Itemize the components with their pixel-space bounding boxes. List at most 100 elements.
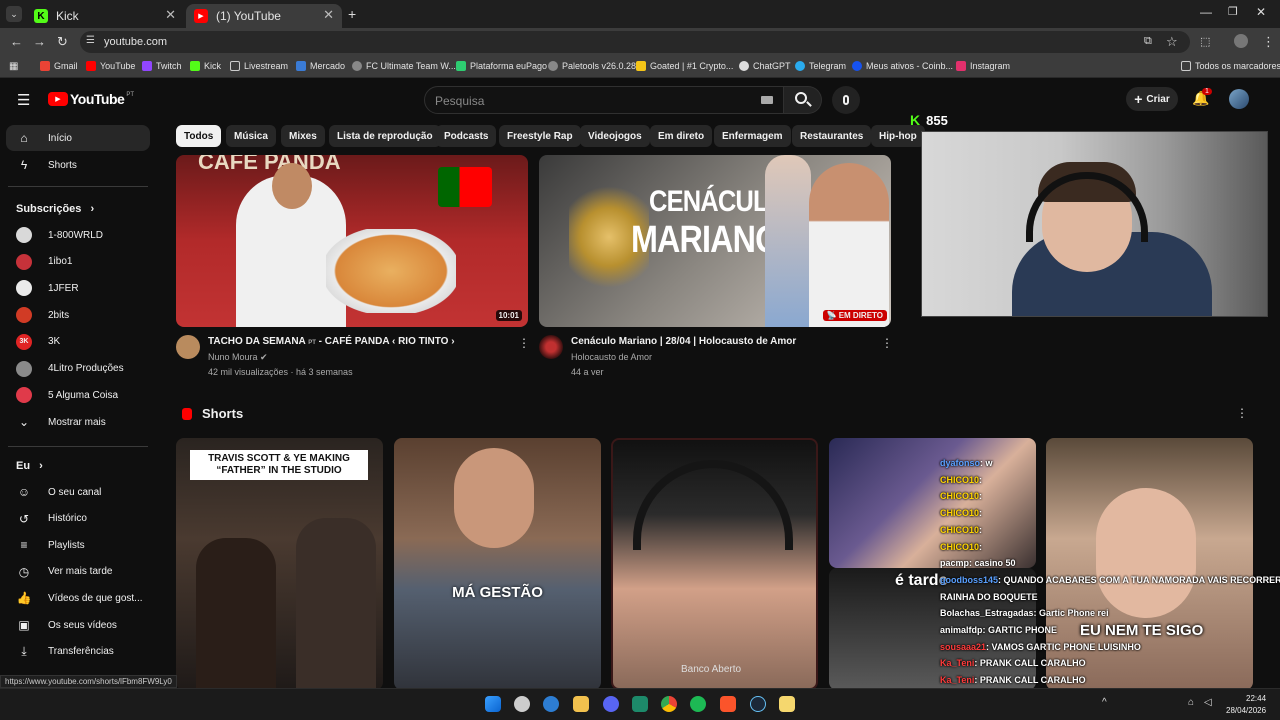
- chip-5[interactable]: Freestyle Rap: [499, 125, 581, 147]
- spotify-icon[interactable]: [690, 696, 706, 712]
- you-item[interactable]: ⤓ Transferências: [0, 639, 150, 665]
- bookmark-chatgpt[interactable]: ChatGPT: [739, 61, 791, 71]
- file-explorer-icon[interactable]: [573, 696, 589, 712]
- menu-dots-icon[interactable]: ⋮: [1262, 34, 1275, 50]
- bookmark-mercado[interactable]: Mercado: [296, 61, 345, 71]
- more-options-icon[interactable]: ⋮: [518, 336, 530, 350]
- bookmark-telegram[interactable]: Telegram: [795, 61, 846, 71]
- chip-7[interactable]: Em direto: [650, 125, 713, 147]
- bookmark-instagram[interactable]: Instagram: [956, 61, 1010, 71]
- chip-0[interactable]: Todos: [176, 125, 222, 147]
- site-info-icon[interactable]: ☰: [86, 35, 95, 46]
- maximize-button[interactable]: ❐: [1228, 5, 1238, 18]
- chip-4[interactable]: Podcasts: [436, 125, 497, 147]
- you-heading[interactable]: Eu ›: [16, 460, 43, 472]
- you-item[interactable]: ☺ O seu canal: [0, 479, 150, 505]
- chip-8[interactable]: Enfermagem: [714, 125, 791, 147]
- bookmark-twitch[interactable]: Twitch: [142, 61, 182, 71]
- network-icon[interactable]: ⌂: [1188, 697, 1194, 708]
- you-item[interactable]: 👍 Vídeos de que gost...: [0, 585, 150, 611]
- extensions-icon[interactable]: ⬚: [1200, 35, 1210, 48]
- close-icon[interactable]: ✕: [165, 7, 176, 23]
- bookmark-kick[interactable]: Kick: [190, 61, 221, 71]
- hamburger-menu-icon[interactable]: ☰: [17, 91, 30, 109]
- subscription-item[interactable]: 5 Alguma Coisa: [0, 382, 150, 408]
- all-bookmarks[interactable]: Todos os marcadores: [1181, 61, 1280, 71]
- windows-start-icon[interactable]: [485, 696, 501, 712]
- subscriptions-heading[interactable]: Subscrições ›: [16, 203, 94, 215]
- chrome-icon[interactable]: [661, 696, 677, 712]
- bookmark-eupago[interactable]: Plataforma euPago: [456, 61, 547, 71]
- bookmark-youtube[interactable]: YouTube: [86, 61, 135, 71]
- tab-search-button[interactable]: ⌄: [6, 6, 22, 22]
- short-3[interactable]: Banco Aberto: [611, 438, 818, 690]
- window-close-button[interactable]: ✕: [1256, 5, 1266, 19]
- sidebar-item-shorts[interactable]: ϟ Shorts: [0, 152, 150, 178]
- subscription-item[interactable]: 1JFER: [0, 275, 150, 301]
- video-thumbnail-1[interactable]: CAFÉ PANDA 10:01: [176, 155, 528, 327]
- edge-icon[interactable]: [543, 696, 559, 712]
- bookmark-fc-ultimate[interactable]: FC Ultimate Team W...: [352, 61, 456, 71]
- video-thumbnail-2[interactable]: CENÁCULO MARIANO 📡 EM DIRETO: [539, 155, 891, 327]
- bookmark-coinbase[interactable]: Meus ativos - Coinb...: [852, 61, 953, 71]
- more-options-icon[interactable]: ⋮: [881, 336, 893, 350]
- steam-icon[interactable]: [750, 696, 766, 712]
- chip-9[interactable]: Restaurantes: [792, 125, 872, 147]
- notes-icon[interactable]: [779, 696, 795, 712]
- short-5[interactable]: EU NEM TE SIGO: [1046, 438, 1253, 690]
- short-4[interactable]: [829, 438, 1036, 568]
- search-icon[interactable]: [514, 696, 530, 712]
- discord-icon[interactable]: [603, 696, 619, 712]
- sidebar-item-home[interactable]: ⌂ Início: [6, 125, 150, 151]
- cast-icon[interactable]: ⧉: [1144, 35, 1152, 48]
- channel-name-2[interactable]: Holocausto de Amor: [571, 352, 652, 362]
- chip-6[interactable]: Videojogos: [580, 125, 650, 147]
- tab-kick[interactable]: K Kick ✕: [26, 4, 184, 28]
- chip-10[interactable]: Hip-hop: [871, 125, 925, 147]
- notifications-button[interactable]: 🔔 1: [1192, 88, 1212, 108]
- back-icon[interactable]: ←: [10, 34, 23, 49]
- channel-avatar-nuno[interactable]: [176, 335, 200, 359]
- video-title-1[interactable]: TACHO DA SEMANA PT - CAFÉ PANDA ‹ RIO TI…: [208, 336, 455, 347]
- search-button[interactable]: [784, 86, 822, 114]
- chip-3[interactable]: Lista de reprodução: [329, 125, 441, 147]
- clock-time[interactable]: 22:44: [1246, 694, 1266, 703]
- voice-search-button[interactable]: [832, 86, 860, 114]
- create-button[interactable]: + Criar: [1126, 87, 1178, 111]
- you-item[interactable]: ◷ Ver mais tarde: [0, 559, 150, 585]
- subscription-item[interactable]: 3K 3K: [0, 329, 150, 355]
- bookmark-gmail[interactable]: Gmail: [40, 61, 78, 71]
- short-1[interactable]: TRAVIS SCOTT & YE MAKING “FATHER” IN THE…: [176, 438, 383, 690]
- brave-icon[interactable]: [720, 696, 736, 712]
- tab-youtube[interactable]: ▶ (1) YouTube ✕: [186, 4, 342, 28]
- channel-avatar-holocausto[interactable]: [539, 335, 563, 359]
- close-icon[interactable]: ✕: [323, 7, 334, 23]
- video-title-2[interactable]: Cenáculo Mariano | 28/04 | Holocausto de…: [571, 336, 796, 347]
- subscription-item[interactable]: 2bits: [0, 302, 150, 328]
- you-item[interactable]: ↺ Histórico: [0, 506, 150, 532]
- bookmark-goated[interactable]: Goated | #1 Crypto...: [636, 61, 733, 71]
- minimize-button[interactable]: —: [1200, 5, 1212, 19]
- new-tab-button[interactable]: +: [348, 6, 356, 22]
- profile-icon[interactable]: [1234, 34, 1248, 48]
- search-input[interactable]: Pesquisa: [424, 86, 784, 114]
- bookmark-livestream[interactable]: Livestream: [230, 61, 288, 71]
- account-avatar[interactable]: [1229, 89, 1249, 109]
- short-2[interactable]: MÁ GESTÃO: [394, 438, 601, 690]
- tray-chevron-icon[interactable]: ^: [1102, 697, 1107, 708]
- reload-icon[interactable]: ↻: [57, 34, 68, 50]
- youtube-logo[interactable]: ▶ YouTube PT: [48, 91, 134, 107]
- forward-icon[interactable]: →: [33, 34, 46, 49]
- subscription-item[interactable]: 4Litro Produções: [0, 356, 150, 382]
- you-item[interactable]: ≡ Playlists: [0, 532, 150, 558]
- clock-date[interactable]: 28/04/2026: [1226, 706, 1266, 715]
- apps-icon[interactable]: ▦: [9, 61, 18, 72]
- bookmark-star-icon[interactable]: ☆: [1166, 34, 1178, 50]
- subscription-item[interactable]: 1ibo1: [0, 249, 150, 275]
- app-icon[interactable]: [632, 696, 648, 712]
- keyboard-icon[interactable]: [761, 96, 773, 104]
- show-more-button[interactable]: ⌄ Mostrar mais: [0, 409, 150, 435]
- address-bar[interactable]: ☰ youtube.com: [80, 31, 1190, 53]
- shorts-more-icon[interactable]: ⋮: [1236, 406, 1248, 420]
- subscription-item[interactable]: 1-800WRLD: [0, 222, 150, 248]
